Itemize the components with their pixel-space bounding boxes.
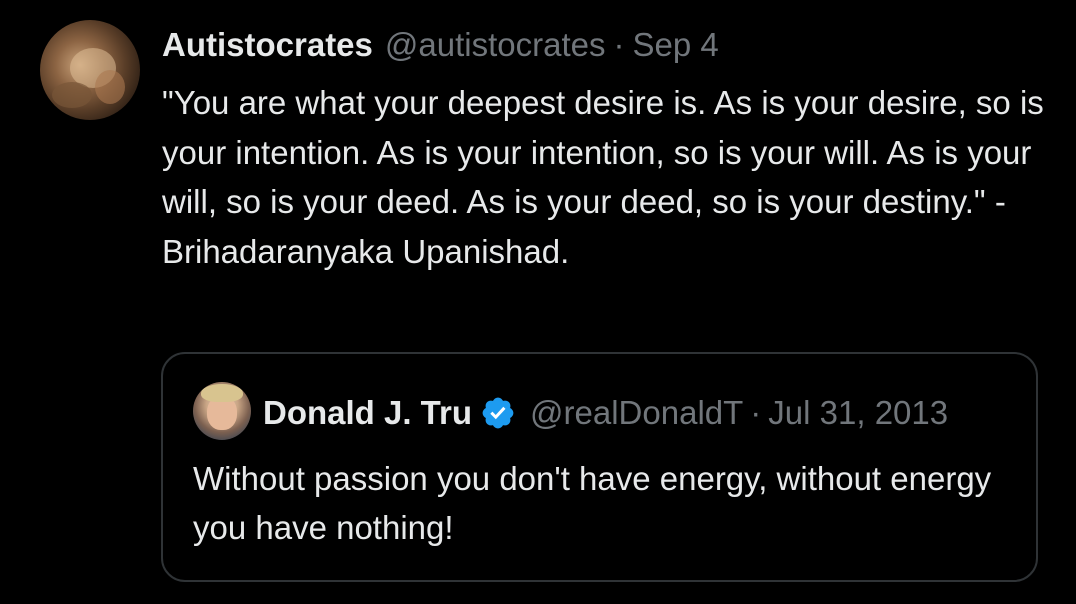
quoted-tweet-timestamp[interactable]: Jul 31, 2013 [768, 392, 948, 434]
quoted-author-avatar[interactable] [193, 382, 251, 440]
separator-dot: · [613, 26, 625, 63]
quoted-tweet-text: Without passion you don't have energy, w… [193, 460, 992, 546]
quoted-tweet-card[interactable]: Donald J. Tru @realDonaldT · Jul 31, 201… [161, 352, 1038, 582]
tweet-timestamp[interactable]: Sep 4 [632, 24, 718, 66]
author-avatar[interactable] [40, 20, 140, 120]
tweet-header: Autistocrates @autistocrates · Sep 4 [162, 24, 719, 66]
avatar-detail [52, 82, 92, 108]
avatar-detail [95, 70, 125, 104]
quoted-author-handle[interactable]: @realDonaldT [530, 392, 743, 434]
avatar-detail [201, 384, 243, 402]
author-handle[interactable]: @autistocrates [385, 24, 606, 66]
verified-badge-icon [482, 397, 514, 429]
author-display-name[interactable]: Autistocrates [162, 24, 373, 66]
quoted-tweet-header: Donald J. Tru @realDonaldT · Jul 31, 201… [263, 392, 948, 434]
separator-dot: · [750, 394, 762, 431]
tweet-text: "You are what your deepest desire is. As… [162, 84, 1053, 270]
quoted-author-display-name[interactable]: Donald J. Tru [263, 392, 472, 434]
tweet[interactable]: Autistocrates @autistocrates · Sep 4 "Yo… [0, 0, 1076, 604]
